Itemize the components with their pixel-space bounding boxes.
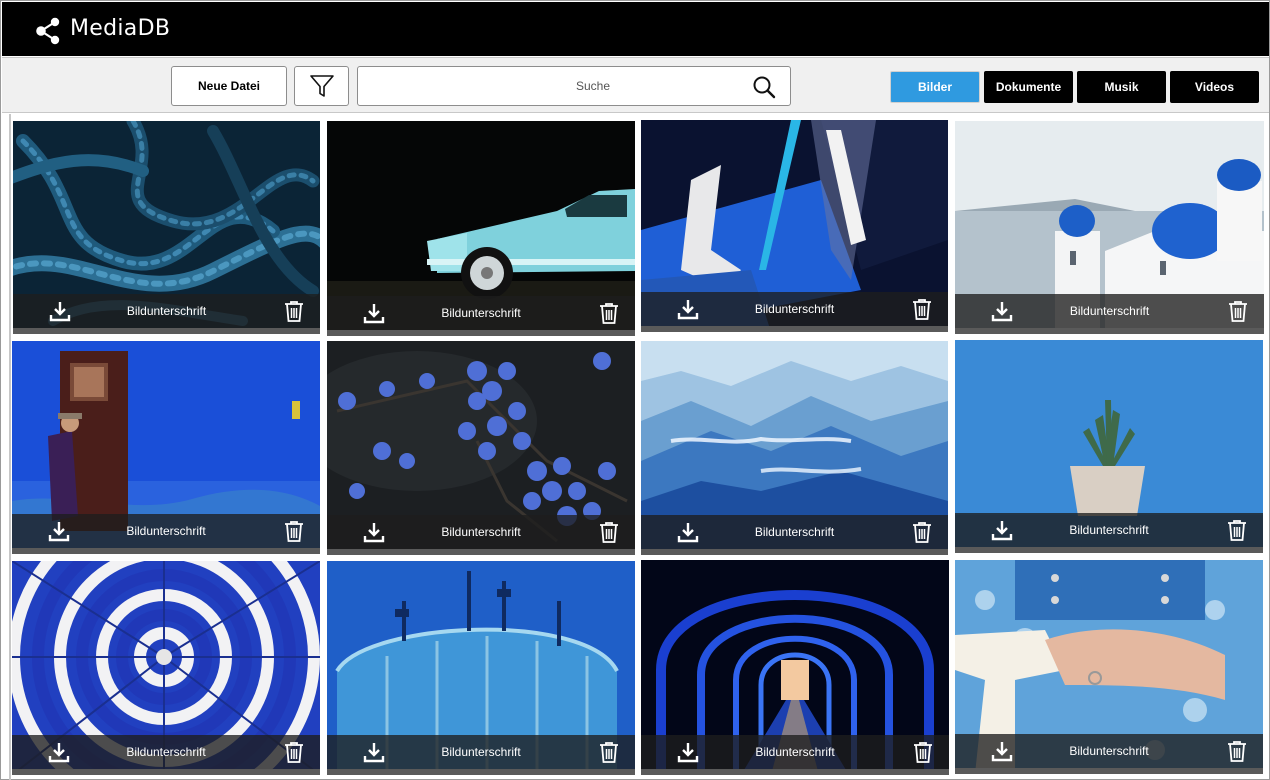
trash-icon[interactable] [599, 521, 619, 543]
tab-dokumente[interactable]: Dokumente [984, 71, 1073, 103]
image-caption: Bildunterschrift [441, 306, 521, 320]
image-card-gas-tank[interactable]: Bildunterschrift [327, 561, 635, 775]
caption-underline [641, 769, 949, 775]
image-card-blue-wall-door[interactable]: Bildunterschrift [12, 341, 320, 554]
caption-underline [12, 548, 320, 554]
caption-underline [641, 326, 948, 332]
caption-underline [13, 328, 320, 334]
search-box [357, 66, 791, 106]
caption-underline [327, 769, 635, 775]
caption-underline [12, 769, 320, 775]
image-card-car[interactable]: Bildunterschrift [327, 121, 635, 336]
caption-bar: Bildunterschrift [955, 294, 1264, 328]
caption-bar: Bildunterschrift [955, 734, 1263, 768]
app-title: MediaDB [70, 16, 171, 41]
tab-musik[interactable]: Musik [1077, 71, 1166, 103]
caption-underline [327, 549, 635, 555]
trash-icon[interactable] [913, 741, 933, 763]
new-file-button[interactable]: Neue Datei [171, 66, 287, 106]
image-card-cactus[interactable]: Bildunterschrift [955, 340, 1263, 553]
trash-icon[interactable] [1227, 519, 1247, 541]
image-caption: Bildunterschrift [441, 525, 521, 539]
image-card-abstract-wall[interactable]: Bildunterschrift [641, 120, 948, 332]
image-caption: Bildunterschrift [755, 745, 835, 759]
tab-videos[interactable]: Videos [1170, 71, 1259, 103]
caption-bar: Bildunterschrift [13, 294, 320, 328]
image-caption: Bildunterschrift [126, 304, 207, 318]
image-caption: Bildunterschrift [1069, 523, 1149, 537]
trash-icon[interactable] [912, 521, 932, 543]
caption-bar: Bildunterschrift [641, 735, 949, 769]
image-caption: Bildunterschrift [754, 525, 835, 539]
image-card-dirndl[interactable]: Bildunterschrift [955, 560, 1263, 774]
app-header: MediaDB [2, 2, 1269, 56]
image-caption: Bildunterschrift [126, 745, 206, 759]
image-caption: Bildunterschrift [1069, 304, 1150, 318]
caption-bar: Bildunterschrift [327, 515, 635, 549]
caption-underline [641, 549, 948, 555]
caption-bar: Bildunterschrift [12, 514, 320, 548]
trash-icon[interactable] [1228, 300, 1248, 322]
search-icon[interactable] [752, 75, 776, 99]
trash-icon[interactable] [599, 302, 619, 324]
image-caption: Bildunterschrift [1069, 744, 1149, 758]
share-icon[interactable] [35, 17, 61, 45]
trash-icon[interactable] [284, 300, 304, 322]
caption-underline [955, 547, 1263, 553]
trash-icon[interactable] [284, 520, 304, 542]
image-card-berries[interactable]: Bildunterschrift [327, 341, 635, 555]
caption-bar: Bildunterschrift [955, 513, 1263, 547]
caption-underline [955, 328, 1264, 334]
image-card-umbrella[interactable]: Bildunterschrift [12, 561, 320, 775]
gallery-scroll-edge [9, 114, 11, 780]
trash-icon[interactable] [599, 741, 619, 763]
caption-bar: Bildunterschrift [641, 292, 948, 326]
caption-bar: Bildunterschrift [327, 735, 635, 769]
tab-bilder[interactable]: Bilder [890, 71, 980, 103]
caption-bar: Bildunterschrift [12, 735, 320, 769]
trash-icon[interactable] [284, 741, 304, 763]
image-caption: Bildunterschrift [754, 302, 835, 316]
trash-icon[interactable] [912, 298, 932, 320]
trash-icon[interactable] [1227, 740, 1247, 762]
caption-bar: Bildunterschrift [641, 515, 948, 549]
image-card-mountains[interactable]: Bildunterschrift [641, 341, 948, 555]
filter-button[interactable] [294, 66, 349, 106]
image-caption: Bildunterschrift [126, 524, 206, 538]
image-gallery: Bildunterschrift Bildunterschrift Bildun… [2, 114, 1269, 780]
app-window: MediaDB Neue Datei Bilder Dokumente Musi… [0, 0, 1270, 780]
filter-icon [309, 75, 334, 97]
caption-underline [955, 768, 1263, 774]
image-card-santorini[interactable]: Bildunterschrift [955, 121, 1264, 334]
image-card-tunnel[interactable]: Bildunterschrift [641, 560, 949, 775]
toolbar: Neue Datei Bilder Dokumente Musik Videos [2, 57, 1269, 113]
search-input[interactable] [358, 67, 738, 105]
image-card-ropes[interactable]: Bildunterschrift [13, 121, 320, 334]
caption-bar: Bildunterschrift [327, 296, 635, 330]
caption-underline [327, 330, 635, 336]
image-caption: Bildunterschrift [441, 745, 521, 759]
